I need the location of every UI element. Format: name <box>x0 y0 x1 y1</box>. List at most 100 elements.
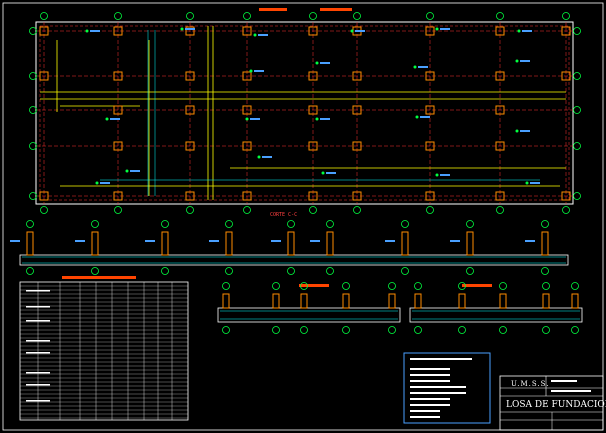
rebar-note-13 <box>420 116 430 118</box>
rebar-note-19 <box>440 174 450 176</box>
notes-line-0 <box>410 358 472 360</box>
rebar-note-5 <box>522 30 532 32</box>
grid-marker-top-2 <box>186 12 194 20</box>
slab-outline <box>35 21 574 205</box>
grid-marker-left-0 <box>29 27 37 35</box>
grid-marker-top-4 <box>309 12 317 20</box>
grid-marker-left-4 <box>29 192 37 200</box>
section-column-3 <box>225 231 233 256</box>
section-note-4 <box>271 240 281 242</box>
section-detail-left <box>217 282 401 334</box>
rebar-note-dot-1 <box>180 27 184 31</box>
table-title-bar <box>62 276 136 279</box>
rebar-note-dot-20 <box>525 181 529 185</box>
notes-line-4 <box>410 386 466 388</box>
rebar-note-dot-8 <box>413 65 417 69</box>
rebar-note-20 <box>530 182 540 184</box>
title-block: U.M.S.S. LOSA DE FUNDACION <box>499 375 606 431</box>
grid-marker-left-2 <box>29 106 37 114</box>
grid-marker-top-3 <box>243 12 251 20</box>
section-column-7 <box>466 231 474 256</box>
rebar-note-dot-4 <box>435 27 439 31</box>
slab-outline-inner <box>39 25 570 201</box>
section-column-5 <box>326 231 334 256</box>
title-block-field-1 <box>551 380 577 382</box>
rebar-note-15 <box>100 182 110 184</box>
table-bar-shape-7 <box>26 400 50 402</box>
notes-line-1 <box>410 368 450 370</box>
notes-line-8 <box>410 410 440 412</box>
sec3-marker-bottom-0 <box>414 326 422 334</box>
section-marker-top-3 <box>225 220 233 228</box>
section-note-8 <box>525 240 535 242</box>
rebar-note-dot-17 <box>257 155 261 159</box>
rebar-note-dot-19 <box>435 173 439 177</box>
sec3-column-2 <box>499 293 507 309</box>
section-marker-top-7 <box>466 220 474 228</box>
section-column-2 <box>161 231 169 256</box>
rebar-note-dot-6 <box>249 69 253 73</box>
section-marker-top-2 <box>161 220 169 228</box>
section-marker-bottom-4 <box>287 267 295 275</box>
sec2-marker-top-1 <box>272 282 280 290</box>
section-note-2 <box>145 240 155 242</box>
table-bar-shape-1 <box>26 306 50 308</box>
rebar-note-dot-0 <box>85 29 89 33</box>
rebar-note-1 <box>185 28 195 30</box>
section-marker-top-8 <box>541 220 549 228</box>
grid-marker-bottom-8 <box>562 206 570 214</box>
rebar-note-dot-13 <box>415 115 419 119</box>
table-frame <box>19 281 189 421</box>
rebar-note-16 <box>130 170 140 172</box>
sec2-column-2 <box>300 293 308 309</box>
section-marker-bottom-5 <box>326 267 334 275</box>
sec2-column-0 <box>222 293 230 309</box>
section-marker-bottom-8 <box>541 267 549 275</box>
rebar-note-dot-18 <box>321 171 325 175</box>
section-marker-bottom-6 <box>401 267 409 275</box>
rebar-note-8 <box>418 66 428 68</box>
section-note-7 <box>450 240 460 242</box>
grid-marker-right-2 <box>573 106 581 114</box>
plan-top-title-bar-2 <box>320 8 352 11</box>
section-column-1 <box>91 231 99 256</box>
institution-name: U.M.S.S. <box>511 380 549 388</box>
section-marker-bottom-1 <box>91 267 99 275</box>
section-marker-bottom-2 <box>161 267 169 275</box>
notes-line-2 <box>410 374 450 376</box>
sec2-marker-bottom-4 <box>388 326 396 334</box>
grid-marker-right-1 <box>573 72 581 80</box>
sec2-column-3 <box>342 293 350 309</box>
rebar-note-dot-12 <box>315 117 319 121</box>
sec2-column-1 <box>272 293 280 309</box>
sec2-column-4 <box>388 293 396 309</box>
rebar-note-dot-11 <box>245 117 249 121</box>
sec2-marker-bottom-0 <box>222 326 230 334</box>
grid-marker-top-0 <box>40 12 48 20</box>
rebar-note-3 <box>355 30 365 32</box>
general-notes-box <box>403 352 491 424</box>
grid-marker-bottom-6 <box>426 206 434 214</box>
grid-marker-top-1 <box>114 12 122 20</box>
sec3-marker-top-4 <box>571 282 579 290</box>
sec3-column-4 <box>571 293 579 309</box>
section-marker-bottom-7 <box>466 267 474 275</box>
grid-marker-bottom-3 <box>243 206 251 214</box>
long-section <box>10 220 569 275</box>
plan-columns <box>39 26 571 201</box>
plan-gridlines <box>36 22 573 204</box>
plan-beams <box>40 26 566 200</box>
grid-marker-top-7 <box>496 12 504 20</box>
grid-marker-bottom-0 <box>40 206 48 214</box>
grid-marker-top-8 <box>562 12 570 20</box>
table-bar-shape-3 <box>26 340 50 342</box>
rebar-note-7 <box>320 62 330 64</box>
sheet-title: LOSA DE FUNDACION <box>506 400 606 410</box>
cad-drawing-canvas[interactable]: CORTE C-C U.M.S.S. LOSA DE FUNDACION <box>0 0 606 433</box>
foundation-plan <box>29 8 581 214</box>
table-grid <box>20 282 188 420</box>
rebar-note-dot-2 <box>253 33 257 37</box>
rebar-note-dot-10 <box>105 117 109 121</box>
section-note-0 <box>10 240 20 242</box>
grid-marker-right-4 <box>573 192 581 200</box>
